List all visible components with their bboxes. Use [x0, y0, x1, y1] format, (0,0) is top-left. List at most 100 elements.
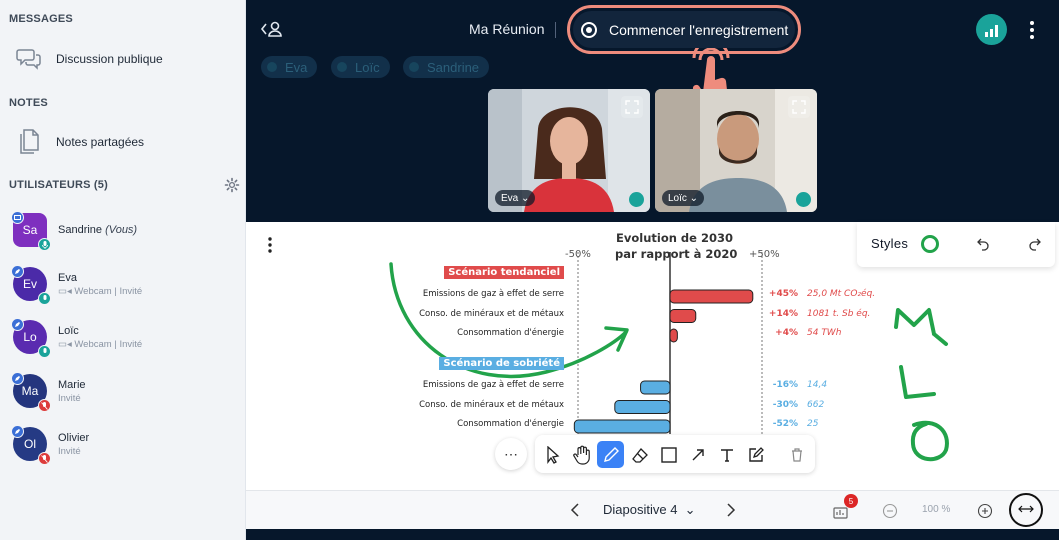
- color-swatch-button[interactable]: [921, 235, 939, 253]
- public-chat-item[interactable]: Discussion publique: [14, 42, 236, 76]
- start-recording-button[interactable]: Commencer l'enregistrement: [573, 11, 795, 48]
- slide-selector[interactable]: Diapositive 4 ⌄: [603, 502, 696, 518]
- talking-indicator[interactable]: Sandrine: [403, 56, 490, 78]
- chart-bar: [669, 309, 697, 323]
- avatar-initials: Sa: [22, 223, 38, 237]
- text-tool-icon[interactable]: [713, 441, 740, 468]
- pencil-icon: [11, 318, 24, 331]
- user-name: Sandrine (Vous): [58, 224, 138, 236]
- presentation-controls: Diapositive 4 ⌄ 5 100 %: [246, 490, 1059, 529]
- connection-status-icon[interactable]: [976, 14, 1007, 45]
- annotation-letter-m: [894, 308, 948, 346]
- fit-to-width-button[interactable]: [1009, 493, 1043, 527]
- talking-indicator[interactable]: Loïc: [331, 56, 390, 78]
- value-label: -52%: [772, 419, 798, 429]
- chart-title-line1: Evolution de 2030: [616, 231, 733, 245]
- styles-label[interactable]: Styles: [871, 236, 908, 251]
- whiteboard-toolbar: ⋯: [495, 435, 815, 473]
- previous-slide-icon[interactable]: [566, 501, 584, 519]
- axis-tick-minus50: -50%: [565, 249, 591, 260]
- talker-name: Loïc: [355, 59, 380, 75]
- arrow-tool-icon[interactable]: [684, 441, 711, 468]
- user-you-tag: (Vous): [105, 224, 138, 236]
- webcam-icon: ▭◂: [58, 286, 75, 297]
- eraser-tool-icon[interactable]: [626, 441, 653, 468]
- user-status: ▭◂ Webcam | Invité: [58, 286, 143, 297]
- note-tool-icon[interactable]: [742, 441, 769, 468]
- annotation-letter-o: [910, 421, 949, 461]
- pencil-icon: [11, 265, 24, 278]
- expand-icon[interactable]: [621, 96, 643, 118]
- slide-number: Diapositive 4: [603, 502, 678, 517]
- talking-indicator[interactable]: Eva: [261, 56, 318, 78]
- options-menu-icon[interactable]: [1024, 19, 1040, 41]
- webcam-icon: ▭◂: [58, 339, 75, 350]
- category-label: Emissions de gaz à effet de serre: [422, 289, 564, 299]
- axis-tick-plus50: +50%: [749, 249, 780, 260]
- mic-icon: [796, 192, 811, 207]
- public-chat-label: Discussion publique: [56, 52, 163, 66]
- chart-bar: [669, 328, 678, 343]
- video-tile-eva[interactable]: Eva ⌄: [488, 89, 650, 212]
- mic-icon: [38, 345, 51, 358]
- user-status: Invité: [58, 393, 81, 404]
- user-item-marie[interactable]: Ma Marie Invité: [11, 372, 238, 418]
- detail-label: 662: [807, 399, 825, 410]
- styles-panel: Styles: [857, 222, 1055, 267]
- value-label: +4%: [775, 328, 798, 338]
- slide-options-icon[interactable]: [262, 236, 278, 254]
- talking-icon: [337, 62, 347, 72]
- redo-icon[interactable]: [1025, 235, 1043, 253]
- category-label: Conso. de minéraux et de métaux: [419, 308, 564, 319]
- chart-bar: [614, 400, 671, 414]
- rectangle-tool-icon[interactable]: [655, 441, 682, 468]
- chart-title-line2: par rapport à 2020: [615, 247, 738, 261]
- user-item-sandrine[interactable]: Sa Sandrine (Vous): [11, 211, 238, 257]
- toggle-users-icon[interactable]: [260, 19, 284, 39]
- undo-icon[interactable]: [975, 235, 993, 253]
- scenario-header: Scénario tendanciel: [444, 266, 564, 279]
- mic-icon: [38, 292, 51, 305]
- video-name-tag[interactable]: Loïc ⌄: [662, 190, 705, 206]
- bottom-strip: [246, 529, 1059, 540]
- talking-icon: [409, 62, 419, 72]
- talking-icon: [267, 62, 277, 72]
- zoom-out-icon[interactable]: [880, 501, 900, 521]
- messages-section-title: MESSAGES: [9, 13, 73, 25]
- expand-icon[interactable]: [788, 96, 810, 118]
- shared-notes-label: Notes partagées: [56, 135, 145, 149]
- category-label: Conso. de minéraux et de métaux: [419, 399, 564, 410]
- zoom-level: 100 %: [922, 504, 951, 515]
- fit-width-icon: [1018, 501, 1034, 519]
- document-icon: [14, 127, 44, 157]
- user-status: Invité: [58, 446, 81, 457]
- chart-bar: [573, 419, 671, 434]
- detail-label: 25: [807, 419, 819, 429]
- pencil-icon: [11, 372, 24, 385]
- mic-muted-icon: [38, 399, 51, 412]
- mic-icon: [629, 192, 644, 207]
- more-tools-button[interactable]: ⋯: [495, 438, 527, 470]
- zoom-in-icon[interactable]: [975, 501, 995, 521]
- user-item-olivier[interactable]: Ol Olivier Invité: [11, 425, 238, 471]
- user-item-loic[interactable]: Lo Loïc ▭◂ Webcam | Invité: [11, 318, 238, 364]
- video-name-tag[interactable]: Eva ⌄: [495, 190, 536, 206]
- category-label: Emissions de gaz à effet de serre: [422, 380, 564, 390]
- mic-icon: [38, 238, 51, 251]
- shared-notes-item[interactable]: Notes partagées: [14, 125, 236, 159]
- select-tool-icon[interactable]: [539, 441, 566, 468]
- gear-icon[interactable]: [224, 177, 240, 193]
- chevron-down-icon: ⌄: [684, 502, 696, 517]
- user-item-eva[interactable]: Ev Eva ▭◂ Webcam | Invité: [11, 265, 238, 311]
- avatar-initials: Ma: [21, 384, 39, 398]
- value-label: +14%: [768, 308, 798, 319]
- video-tile-loic[interactable]: Loïc ⌄: [655, 89, 817, 212]
- pencil-icon: [11, 425, 24, 438]
- delete-icon[interactable]: [783, 441, 810, 468]
- pencil-tool-icon[interactable]: [597, 441, 624, 468]
- start-recording-label: Commencer l'enregistrement: [609, 21, 789, 38]
- detail-label: 14,4: [807, 380, 828, 390]
- pan-hand-icon[interactable]: [568, 441, 595, 468]
- user-name: Olivier: [58, 432, 90, 444]
- next-slide-icon[interactable]: [722, 501, 740, 519]
